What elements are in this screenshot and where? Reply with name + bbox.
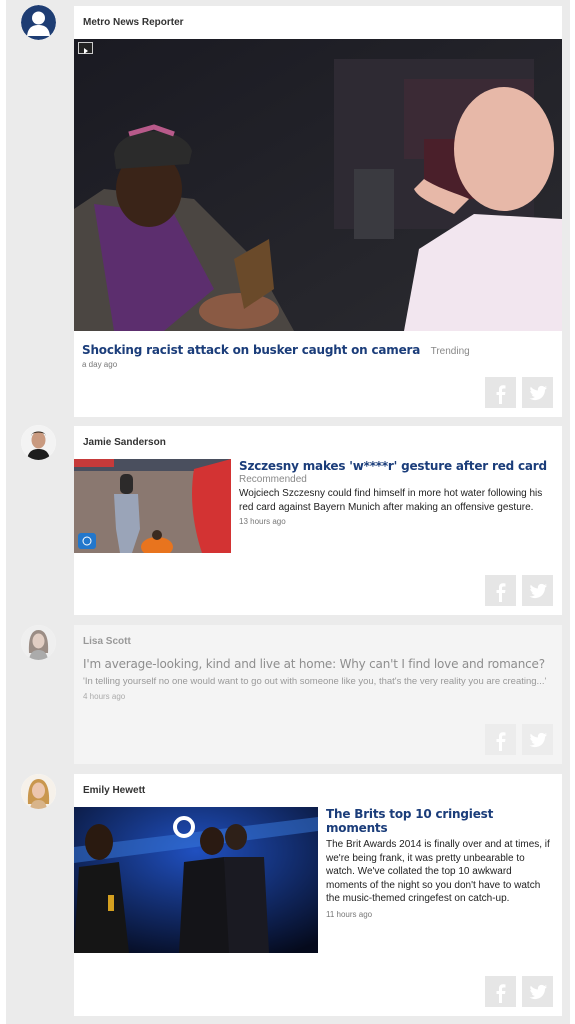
right-rail [570,0,575,1024]
twitter-share-button[interactable] [522,377,553,408]
twitter-icon [529,984,547,999]
post-title[interactable]: I'm average-looking, kind and live at ho… [83,657,553,671]
post-excerpt: Wojciech Szczesny could find himself in … [239,488,543,513]
post-title[interactable]: The Brits top 10 cringiest moments [326,807,551,835]
facebook-icon [496,731,505,751]
twitter-share-button[interactable] [522,575,553,606]
play-icon[interactable] [78,42,93,54]
post-time: a day ago [82,360,118,369]
post-time: 13 hours ago [239,517,286,526]
left-rail [0,0,6,1024]
social-buttons [485,724,553,755]
twitter-icon [529,732,547,747]
post-tag: Recommended [239,474,307,485]
post-thumbnail[interactable] [74,459,231,553]
post-card-3[interactable]: Lisa Scott I'm average-looking, kind and… [74,625,562,764]
post-excerpt: 'In telling yourself no one would want t… [83,676,547,687]
post-thumbnail[interactable] [74,807,318,953]
social-buttons [485,377,553,408]
facebook-share-button[interactable] [485,724,516,755]
post-card-4[interactable]: Emily Hewett The Brits top 10 cringiest … [74,774,562,1016]
post-excerpt: The Brit Awards 2014 is finally over and… [326,839,550,904]
post-card-1[interactable]: Metro News Reporter Shocking racist atta… [74,6,562,417]
twitter-share-button[interactable] [522,976,553,1007]
post-time: 11 hours ago [326,909,373,919]
post-author[interactable]: Jamie Sanderson [83,437,166,448]
facebook-share-button[interactable] [485,976,516,1007]
avatar-emily[interactable] [21,774,56,809]
post-time: 4 hours ago [83,691,126,701]
post-card-2[interactable]: Jamie Sanderson Szczesny makes 'w****r' … [74,426,562,615]
social-buttons [485,575,553,606]
twitter-icon [529,385,547,400]
social-buttons [485,976,553,1007]
facebook-share-button[interactable] [485,575,516,606]
twitter-share-button[interactable] [522,724,553,755]
facebook-icon [496,384,505,404]
avatar-jamie[interactable] [21,425,56,460]
post-title[interactable]: Szczesny makes 'w****r' gesture after re… [239,459,551,473]
post-author[interactable]: Metro News Reporter [83,17,184,28]
facebook-icon [496,582,505,602]
post-author[interactable]: Emily Hewett [83,785,145,796]
post-author[interactable]: Lisa Scott [83,636,131,647]
facebook-icon [496,983,505,1003]
avatar-metro[interactable] [21,5,56,40]
facebook-share-button[interactable] [485,377,516,408]
video-thumbnail[interactable] [74,39,562,331]
post-title[interactable]: Shocking racist attack on busker caught … [82,343,420,357]
twitter-icon [529,583,547,598]
post-tag: Trending [430,346,470,357]
avatar-lisa[interactable] [21,625,56,660]
